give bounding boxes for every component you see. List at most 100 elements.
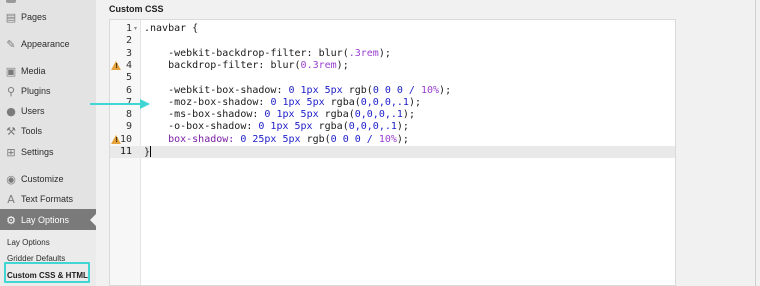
sidebar-item-label: Text Formats — [21, 194, 74, 204]
appearance-icon: ✎ — [6, 37, 16, 51]
code-text: -webkit-backdrop-filter: blur(.3rem); — [144, 48, 391, 60]
line-number: 2 — [125, 35, 132, 47]
sidebar-item-users[interactable]: ● Users — [0, 100, 96, 122]
code-token: 0 1px 5px — [270, 96, 331, 108]
code-token: -webkit-box-shadow: — [144, 84, 289, 96]
sidebar-top-partial-item — [0, 0, 96, 4]
line-number: 5 — [125, 72, 132, 84]
code-token: 0 1px 5px — [288, 84, 349, 96]
code-line[interactable]: ! 4 backdrop-filter: blur(0.3rem); — [110, 60, 675, 72]
code-token: -ms-box-shadow: — [144, 109, 265, 121]
gear-icon: ⚙ — [6, 213, 16, 227]
code-token: 0 0 0 / — [372, 84, 421, 96]
code-line[interactable]: 7 -moz-box-shadow: 0 1px 5px rgba(0,0,0,… — [110, 97, 675, 109]
code-text: -moz-box-shadow: 0 1px 5px rgba(0,0,0,.1… — [144, 97, 421, 109]
sidebar-item-label: Settings — [21, 147, 54, 157]
code-token: rgb( — [348, 84, 373, 96]
code-token: ); — [378, 47, 391, 59]
code-token: rgba( — [318, 121, 349, 133]
code-token: 0,0,0,.1 — [360, 96, 409, 108]
code-text: box-shadow: 0 25px 5px rgb(0 0 0 / 10%); — [144, 134, 409, 146]
code-token: rgba( — [330, 96, 361, 108]
text-formats-icon: A — [7, 192, 15, 206]
partial-icon — [6, 0, 16, 3]
customize-icon: ◉ — [6, 172, 16, 186]
line-number: 4 — [125, 59, 132, 71]
sidebar-item-label: Media — [21, 66, 46, 76]
line-number: 1 — [125, 23, 132, 34]
code-token: 0,0,0,.1 — [348, 121, 397, 133]
code-token: rgb( — [306, 133, 331, 145]
code-line[interactable]: 3 -webkit-backdrop-filter: blur(.3rem); — [110, 48, 675, 60]
code-line[interactable]: 1 ▾ .navbar { — [110, 23, 675, 35]
line-number: 11 — [119, 146, 132, 157]
sidebar-item-media[interactable]: ▣ Media — [0, 60, 96, 82]
sidebar-item-pages[interactable]: ▤ Pages — [0, 6, 96, 28]
code-token: 10% — [420, 84, 440, 96]
line-number: 9 — [125, 121, 132, 133]
code-token: 0 25px 5px — [240, 133, 307, 145]
line-number: 6 — [125, 84, 132, 96]
sidebar-item-customize[interactable]: ◉ Customize — [0, 168, 96, 190]
sidebar-item-lay-options[interactable]: ⚙ Lay Options — [0, 209, 96, 231]
code-token: 0 1px 5px — [258, 121, 319, 133]
code-token: ); — [439, 84, 452, 96]
code-text: -o-box-shadow: 0 1px 5px rgba(0,0,0,.1); — [144, 121, 409, 133]
annotation-arrow-icon — [90, 99, 150, 109]
code-line[interactable]: 6 -webkit-box-shadow: 0 1px 5px rgb(0 0 … — [110, 85, 675, 97]
highlight-annotation-box — [4, 262, 90, 283]
code-token: rgba( — [324, 109, 355, 121]
code-token: 0,0,0,.1 — [354, 109, 403, 121]
submenu-item-lay-options[interactable]: Lay Options — [7, 238, 50, 247]
page-title: Custom CSS — [109, 4, 164, 14]
code-token: backdrop-filter: — [144, 59, 271, 71]
code-token: box-shadow: — [144, 133, 241, 145]
line-number: 10 — [119, 133, 132, 145]
sidebar-item-label: Plugins — [21, 86, 51, 96]
plugins-icon: ⚲ — [6, 84, 16, 98]
code-token: -webkit-backdrop-filter: — [144, 47, 319, 59]
code-line[interactable]: 2 — [110, 35, 675, 47]
css-code-editor[interactable]: 1 ▾ .navbar { 2 3 -webkit-backdrop-filter: b… — [109, 19, 676, 286]
code-line[interactable]: ! 10 box-shadow: 0 25px 5px rgb(0 0 0 / 1… — [110, 134, 675, 146]
code-line[interactable]: 11} — [110, 146, 675, 158]
right-divider — [755, 0, 756, 286]
code-token: .3rem — [348, 47, 379, 59]
sidebar-item-label: Appearance — [21, 39, 70, 49]
sidebar-item-label: Customize — [21, 174, 64, 184]
code-token: ); — [396, 133, 409, 145]
sidebar-item-plugins[interactable]: ⚲ Plugins — [0, 80, 96, 102]
sidebar-item-settings[interactable]: ⊞ Settings — [0, 141, 96, 163]
settings-icon: ⊞ — [6, 145, 16, 159]
users-icon: ● — [6, 104, 16, 118]
code-text: backdrop-filter: blur(0.3rem); — [144, 60, 349, 72]
code-token: -o-box-shadow: — [144, 121, 259, 133]
code-token: .navbar { — [144, 23, 199, 34]
code-text: -ms-box-shadow: 0 1px 5px rgba(0,0,0,.1)… — [144, 109, 415, 121]
sidebar-item-label: Users — [21, 106, 45, 116]
code-token: ); — [336, 59, 349, 71]
media-icon: ▣ — [5, 64, 17, 78]
code-line[interactable]: 9 -o-box-shadow: 0 1px 5px rgba(0,0,0,.1… — [110, 121, 675, 133]
sidebar-item-text-formats[interactable]: A Text Formats — [0, 188, 96, 210]
tools-icon: ⚒ — [6, 124, 16, 138]
code-token: 0 1px 5px — [264, 109, 325, 121]
fold-toggle-icon[interactable]: ▾ — [134, 23, 137, 35]
code-line[interactable]: 8 -ms-box-shadow: 0 1px 5px rgba(0,0,0,.… — [110, 109, 675, 121]
sidebar-item-label: Pages — [21, 12, 47, 22]
code-token: ); — [402, 109, 415, 121]
code-token: ); — [408, 96, 421, 108]
code-token: ); — [396, 121, 409, 133]
code-token: blur( — [270, 59, 301, 71]
code-text: -webkit-box-shadow: 0 1px 5px rgb(0 0 0 … — [144, 85, 451, 97]
pages-icon: ▤ — [5, 10, 17, 24]
text-cursor — [150, 146, 152, 157]
sidebar-item-appearance[interactable]: ✎ Appearance — [0, 33, 96, 55]
code-line[interactable]: 5 — [110, 72, 675, 84]
line-number: 3 — [125, 47, 132, 59]
sidebar-item-tools[interactable]: ⚒ Tools — [0, 120, 96, 142]
code-token: blur( — [318, 47, 349, 59]
sidebar-item-label: Tools — [21, 126, 43, 136]
code-token: 10% — [378, 133, 397, 145]
code-text: } — [144, 146, 152, 159]
